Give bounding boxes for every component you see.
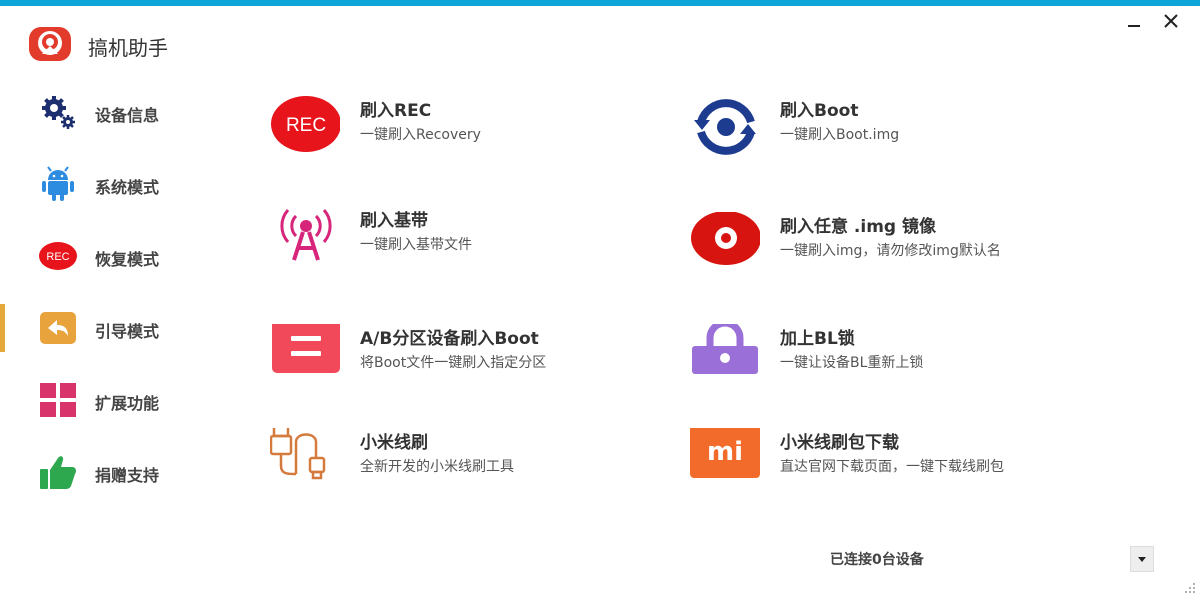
sidebar-item-recovery-mode[interactable]: REC 恢复模式 — [0, 228, 230, 284]
resize-grip-icon[interactable] — [1182, 580, 1196, 594]
sidebar-item-label: 设备信息 — [95, 106, 160, 125]
feature-description: 一键刷入img，请勿修改img默认名 — [780, 243, 1001, 259]
boot-circle-icon — [694, 99, 756, 155]
feature-description: 一键刷入Recovery — [360, 127, 481, 143]
sidebar-item-extensions[interactable]: 扩展功能 — [0, 372, 230, 428]
close-icon — [1164, 14, 1178, 28]
sidebar-item-label: 恢复模式 — [95, 250, 160, 269]
feature-title: A/B分区设备刷入Boot — [360, 329, 539, 349]
ab-partition-icon — [272, 324, 340, 373]
thumbs-up-icon — [40, 456, 76, 489]
feature-flash-boot[interactable]: 刷入Boot 一键刷入Boot.img — [690, 96, 1090, 166]
sidebar-item-label: 系统模式 — [95, 178, 160, 197]
feature-flash-rec[interactable]: REC 刷入REC 一键刷入Recovery — [270, 96, 670, 166]
android-icon — [42, 166, 74, 201]
lock-icon — [692, 324, 758, 374]
feature-title: 小米线刷 — [360, 433, 428, 453]
window-accent-bar — [0, 0, 1200, 6]
sidebar-item-label: 捐赠支持 — [95, 466, 160, 485]
feature-flash-baseband[interactable]: 刷入基带 一键刷入基带文件 — [270, 206, 670, 276]
rec-circle-icon-text: REC — [286, 115, 326, 136]
feature-xiaomi-rom-download[interactable]: mi 小米线刷包下载 直达官网下载页面，一键下载线刷包 — [690, 428, 1090, 498]
back-arrow-icon — [40, 312, 76, 344]
feature-description: 一键刷入Boot.img — [780, 127, 900, 143]
feature-title: 刷入Boot — [780, 101, 859, 121]
feature-title: 小米线刷包下载 — [780, 433, 899, 453]
minimize-icon — [1128, 25, 1140, 27]
feature-flash-any-img[interactable]: 刷入任意 .img 镜像 一键刷入img，请勿修改img默认名 — [690, 212, 1090, 282]
feature-relock-bl[interactable]: 加上BL锁 一键让设备BL重新上锁 — [690, 324, 1090, 394]
sidebar-item-device-info[interactable]: 设备信息 — [0, 84, 230, 140]
grid-icon — [40, 383, 76, 417]
mi-logo-icon: mi — [690, 428, 760, 478]
rec-icon: REC — [39, 242, 77, 270]
feature-description: 直达官网下载页面，一键下载线刷包 — [780, 459, 1004, 475]
rec-circle-icon: REC — [271, 96, 340, 152]
rec-icon-text: REC — [46, 251, 69, 263]
sidebar-item-label: 扩展功能 — [95, 394, 160, 413]
feature-xiaomi-flash[interactable]: 小米线刷 全新开发的小米线刷工具 — [270, 428, 670, 498]
feature-description: 全新开发的小米线刷工具 — [360, 459, 514, 475]
gears-icon — [42, 96, 75, 129]
app-title: 搞机助手 — [88, 36, 168, 60]
sidebar-item-donate[interactable]: 捐赠支持 — [0, 444, 230, 500]
feature-description: 一键让设备BL重新上锁 — [780, 355, 924, 371]
feature-title: 刷入任意 .img 镜像 — [780, 217, 937, 237]
sidebar-item-label: 引导模式 — [95, 322, 160, 341]
antenna-icon — [280, 209, 332, 261]
app-logo-icon — [29, 27, 71, 61]
sidebar: 设备信息 系统模式 REC 恢复模式 引导模式 扩展功能 捐赠支持 — [0, 80, 230, 520]
disc-icon — [691, 212, 760, 265]
close-button[interactable] — [1160, 10, 1182, 32]
feature-ab-flash-boot[interactable]: A/B分区设备刷入Boot 将Boot文件一键刷入指定分区 — [270, 324, 670, 394]
usb-cable-icon — [270, 428, 326, 480]
feature-description: 一键刷入基带文件 — [360, 237, 472, 253]
connection-status: 已连接0台设备 — [830, 552, 924, 568]
feature-title: 刷入基带 — [360, 211, 428, 231]
feature-title: 刷入REC — [360, 101, 432, 121]
device-dropdown-button[interactable] — [1130, 546, 1154, 572]
feature-description: 将Boot文件一键刷入指定分区 — [360, 355, 547, 371]
feature-title: 加上BL锁 — [780, 329, 855, 349]
sidebar-item-bootloader-mode[interactable]: 引导模式 — [0, 300, 230, 356]
mi-logo-text: mi — [707, 437, 743, 467]
minimize-button[interactable] — [1123, 10, 1145, 32]
chevron-down-icon — [1138, 557, 1146, 562]
sidebar-item-system-mode[interactable]: 系统模式 — [0, 156, 230, 212]
